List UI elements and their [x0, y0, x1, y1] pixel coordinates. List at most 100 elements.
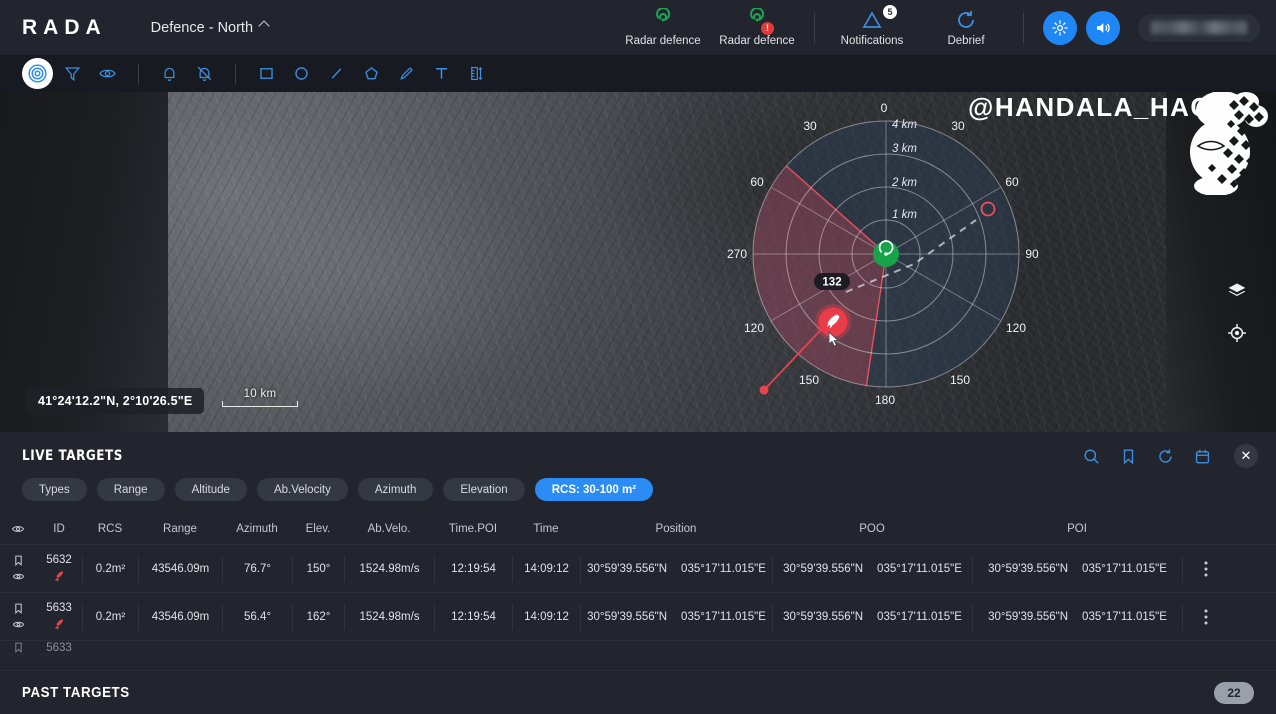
filter-chip-elevation[interactable]: Elevation	[443, 478, 525, 501]
close-panel-button[interactable]: ✕	[1234, 444, 1258, 468]
workspace-label: Defence - North	[150, 19, 254, 36]
row-poi-lon: 035°17'11.015"E	[1082, 610, 1167, 623]
column-poi[interactable]: POI	[972, 523, 1182, 535]
tool-line[interactable]	[321, 58, 352, 89]
line-icon	[331, 68, 342, 79]
tool-polygon[interactable]	[356, 58, 387, 89]
map-layers-button[interactable]	[1224, 278, 1250, 304]
row-id-cell: 5633	[36, 602, 82, 631]
column-visibility[interactable]	[0, 522, 36, 536]
radar-ppi-overlay[interactable]: 132 4 km 3 km 2 km 1 km 0 30 30 60 60 27…	[696, 92, 1076, 422]
row-elev: 162°	[292, 603, 344, 630]
filter-chip-rcs[interactable]: RCS: 30-100 m²	[534, 478, 654, 501]
row-position-lon: 035°17'11.015"E	[681, 562, 766, 575]
panel-title: LIVE TARGETS	[22, 448, 123, 464]
terrain-layer	[0, 92, 1276, 432]
settings-button[interactable]	[1043, 10, 1077, 45]
tool-measure[interactable]	[461, 58, 492, 89]
row-toggles[interactable]	[0, 641, 36, 654]
user-account-pill[interactable]	[1138, 13, 1260, 42]
tool-circle[interactable]	[286, 58, 317, 89]
column-time[interactable]: Time	[512, 523, 580, 535]
eye-icon	[12, 573, 24, 580]
refresh-icon	[1159, 448, 1172, 463]
tool-text[interactable]	[426, 58, 457, 89]
refresh-button[interactable]	[1156, 447, 1175, 466]
tool-alerts-off[interactable]	[189, 58, 220, 89]
workspace-selector[interactable]: Defence - North	[150, 19, 270, 36]
bookmark-button[interactable]	[1119, 447, 1138, 466]
filter-chip-azimuth[interactable]: Azimuth	[357, 478, 434, 501]
filter-chip-range[interactable]: Range	[96, 478, 165, 501]
column-poo[interactable]: POO	[772, 523, 972, 535]
header-item-radar-defence-2[interactable]: ! Radar defence	[710, 0, 804, 55]
panel-header: LIVE TARGETS ✕	[0, 432, 1276, 480]
header-item-label: Radar defence	[719, 35, 795, 47]
table-row[interactable]: 5633 0.2m² 43546.09m 56.4° 162° 1524.98m…	[0, 593, 1276, 641]
header-item-notifications[interactable]: 5 Notifications	[825, 0, 919, 55]
row-poo-lon: 035°17'11.015"E	[877, 610, 962, 623]
row-time-poi: 12:19:54	[434, 555, 512, 582]
column-range[interactable]: Range	[138, 523, 222, 535]
row-poi-lat: 30°59'39.556"N	[988, 562, 1069, 575]
svg-text:270: 270	[727, 247, 747, 261]
radar-target-marker	[815, 304, 851, 340]
svg-text:60: 60	[1005, 175, 1019, 189]
filter-chip-ab-velocity[interactable]: Ab.Velocity	[256, 478, 348, 501]
tool-alerts-on[interactable]	[154, 58, 185, 89]
header-item-radar-defence-1[interactable]: Radar defence	[616, 0, 710, 55]
column-position[interactable]: Position	[580, 523, 772, 535]
app-logo[interactable]: RADA	[22, 16, 107, 40]
table-row[interactable]: 5633	[0, 641, 1276, 655]
speaker-icon	[1097, 22, 1110, 33]
row-poi-lat: 30°59'39.556"N	[988, 610, 1069, 623]
svg-text:120: 120	[744, 321, 764, 335]
filter-chip-types[interactable]: Types	[22, 478, 87, 501]
alert-badge: !	[761, 22, 774, 35]
svg-text:60: 60	[750, 175, 764, 189]
row-toggles[interactable]	[0, 602, 36, 631]
tool-rectangle[interactable]	[251, 58, 282, 89]
row-toggles[interactable]	[0, 554, 36, 583]
radar-track-origin	[759, 385, 769, 395]
row-poi: 30°59'39.556"N 035°17'11.015"E	[972, 555, 1182, 582]
row-menu-button[interactable]	[1182, 603, 1228, 630]
chevron-up-icon	[258, 20, 270, 32]
calendar-button[interactable]	[1193, 447, 1212, 466]
row-menu-button[interactable]	[1182, 555, 1228, 582]
tool-draw[interactable]	[391, 58, 422, 89]
column-azimuth[interactable]: Azimuth	[222, 523, 292, 535]
sound-button[interactable]	[1086, 10, 1120, 45]
svg-text:90: 90	[1025, 247, 1039, 261]
row-time-poi: 12:19:54	[434, 603, 512, 630]
column-time-poi[interactable]: Time.POI	[434, 523, 512, 535]
tool-target-radar[interactable]	[22, 58, 53, 89]
gear-icon	[1052, 19, 1068, 36]
header-item-debrief[interactable]: Debrief	[919, 0, 1013, 55]
row-poi-lon: 035°17'11.015"E	[1082, 562, 1167, 575]
rocket-icon	[55, 619, 64, 630]
svg-text:150: 150	[799, 373, 819, 387]
svg-text:30: 30	[951, 119, 965, 133]
column-velocity[interactable]: Ab.Velo.	[344, 523, 434, 535]
past-targets-bar[interactable]: PAST TARGETS 22	[0, 670, 1276, 714]
tool-visibility[interactable]	[92, 58, 123, 89]
row-id: 5633	[46, 641, 72, 654]
tool-filter[interactable]	[57, 58, 88, 89]
column-id[interactable]: ID	[36, 523, 82, 535]
svg-text:150: 150	[950, 373, 970, 387]
filter-chip-altitude[interactable]: Altitude	[174, 478, 247, 501]
row-velocity: 1524.98m/s	[344, 555, 434, 582]
target-radar-icon	[28, 64, 47, 83]
table-row[interactable]: 5632 0.2m² 43546.09m 76.7° 150° 1524.98m…	[0, 545, 1276, 593]
filter-icon	[64, 67, 81, 82]
row-id: 5633	[46, 602, 72, 614]
column-elev[interactable]: Elev.	[292, 523, 344, 535]
map-locate-button[interactable]	[1224, 320, 1250, 346]
row-poo-lat: 30°59'39.556"N	[783, 562, 864, 575]
column-rcs[interactable]: RCS	[82, 523, 138, 535]
row-id: 5632	[46, 554, 72, 566]
search-button[interactable]	[1082, 447, 1101, 466]
rectangle-icon	[260, 68, 273, 79]
map-canvas[interactable]: 132 4 km 3 km 2 km 1 km 0 30 30 60 60 27…	[0, 92, 1276, 432]
